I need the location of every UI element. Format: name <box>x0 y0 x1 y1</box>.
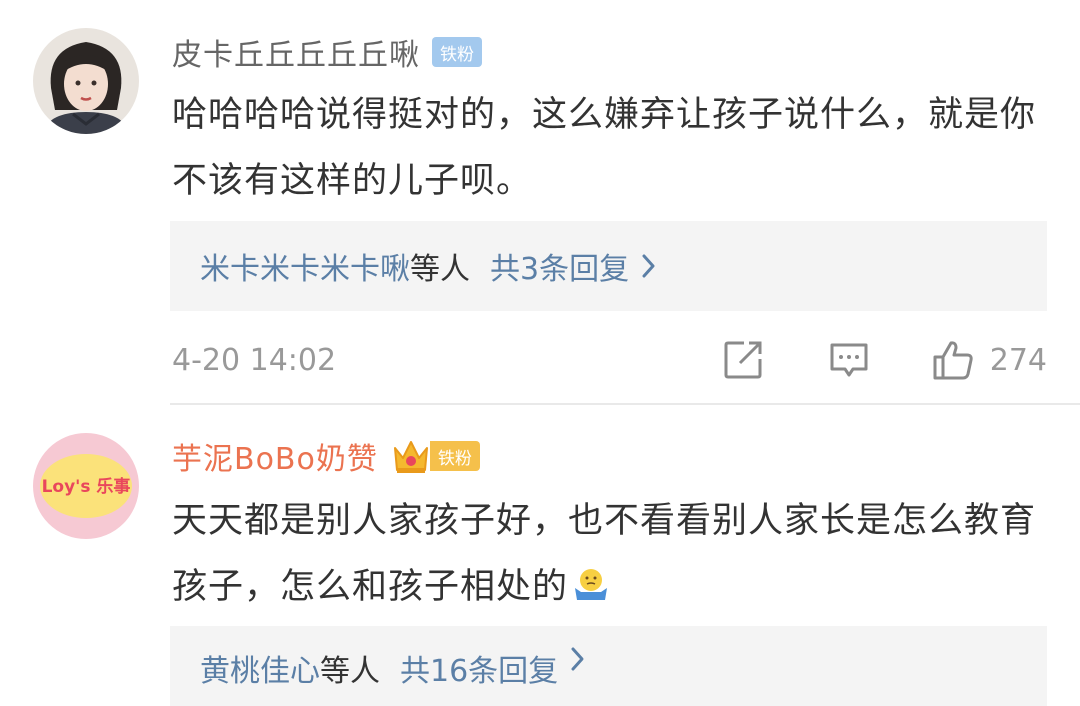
reply-etc-label: 等人 <box>320 654 380 689</box>
reply-usernames[interactable]: 米卡米卡米卡啾 <box>200 244 410 288</box>
like-count: 274 <box>989 342 1047 378</box>
fan-badge: 铁粉 <box>429 441 480 471</box>
thumbs-up-icon[interactable] <box>932 339 974 381</box>
reply-count-link[interactable]: 共16条回复 <box>400 646 558 690</box>
comment-item: 皮卡丘丘丘丘丘啾 铁粉 哈哈哈哈说得挺对的，这么嫌弃让孩子说什么，就是你不该有这… <box>0 0 1080 404</box>
reply-count-link[interactable]: 共3条回复 <box>490 244 629 288</box>
username[interactable]: 皮卡丘丘丘丘丘啾 <box>172 30 420 74</box>
chevron-right-icon <box>642 254 655 278</box>
reply-usernames[interactable]: 黄桃佳心 <box>200 646 320 690</box>
avatar-logo-text: Loy's 乐事 <box>42 477 131 497</box>
share-icon[interactable] <box>722 339 764 381</box>
reply-etc-label: 等人 <box>410 252 470 287</box>
comment-text: 天天都是别人家孩子好，也不看看别人家长是怎么教育孩子，怎么和孩子相处的 <box>172 488 1052 620</box>
replies-preview[interactable]: 米卡米卡米卡啾 等人 共3条回复 <box>170 221 1047 311</box>
comment-footer: 4-20 14:02 274 <box>172 330 1047 390</box>
comment-text: 哈哈哈哈说得挺对的，这么嫌弃让孩子说什么，就是你不该有这样的儿子呗。 <box>172 95 1037 201</box>
fan-badge: 铁粉 <box>432 37 482 67</box>
avatar[interactable] <box>33 28 139 134</box>
chevron-right-icon <box>571 647 584 671</box>
comment-item: Loy's 乐事 芋泥BoBo奶赞 铁粉 天天都是别人家孩子好，也不看看别人家长… <box>0 404 1080 706</box>
replies-preview[interactable]: 黄桃佳心 等人 共16条回复 <box>170 626 1047 706</box>
crown-icon <box>393 441 428 473</box>
timestamp: 4-20 14:02 <box>172 342 337 378</box>
comment-icon[interactable] <box>828 339 870 381</box>
comment-actions: 274 <box>722 339 1047 381</box>
comment-header: 皮卡丘丘丘丘丘啾 铁粉 <box>172 26 482 78</box>
username[interactable]: 芋泥BoBo奶赞 <box>172 434 378 478</box>
comment-header: 芋泥BoBo奶赞 铁粉 <box>172 430 480 482</box>
shrug-emoji-icon <box>575 569 608 600</box>
avatar[interactable]: Loy's 乐事 <box>33 433 139 539</box>
